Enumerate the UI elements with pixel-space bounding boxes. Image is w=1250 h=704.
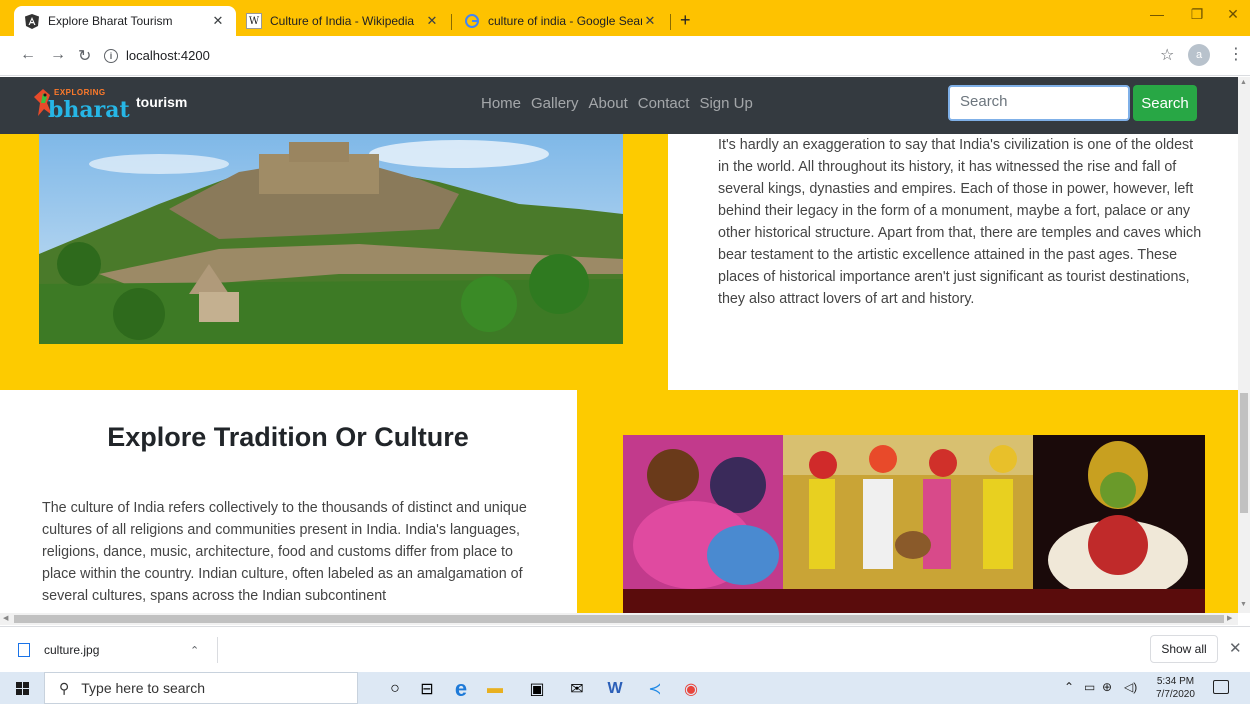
close-tab-icon[interactable]: ✕ bbox=[424, 13, 440, 29]
tab-separator bbox=[451, 14, 452, 30]
chevron-up-tray-icon[interactable]: ⌃ bbox=[1064, 680, 1074, 694]
nav-about[interactable]: About bbox=[589, 95, 628, 112]
edge-icon[interactable]: e bbox=[450, 676, 472, 701]
mail-icon[interactable]: ✉ bbox=[566, 678, 588, 700]
scroll-left-icon[interactable]: ◀ bbox=[3, 614, 8, 622]
tab-title: Culture of India - Wikipedia bbox=[270, 14, 415, 28]
clock-date: 7/7/2020 bbox=[1156, 689, 1195, 700]
tab-explore-bharat[interactable]: Explore Bharat Tourism ✕ bbox=[14, 6, 236, 36]
volume-icon[interactable]: ◁) bbox=[1124, 680, 1137, 694]
word-icon[interactable]: W bbox=[604, 678, 626, 700]
scroll-right-icon[interactable]: ▶ bbox=[1227, 614, 1232, 622]
nav-sign-up[interactable]: Sign Up bbox=[699, 95, 752, 112]
angular-icon bbox=[24, 13, 40, 29]
nav-contact[interactable]: Contact bbox=[638, 95, 690, 112]
culture-heading: Explore Tradition Or Culture bbox=[107, 422, 469, 452]
network-icon[interactable]: ⊕ bbox=[1102, 680, 1112, 694]
battery-icon[interactable]: ▭ bbox=[1084, 680, 1095, 694]
windows-taskbar: ⚲ Type here to search ○ ⊟ e ▬ ▣ ✉ W ≺ ◉ … bbox=[0, 672, 1250, 704]
info-icon[interactable]: i bbox=[104, 48, 118, 63]
bookmark-star-icon[interactable]: ☆ bbox=[1160, 45, 1174, 65]
brand-name[interactable]: tourism bbox=[136, 94, 187, 110]
browser-tab-strip: Explore Bharat Tourism ✕ W Culture of In… bbox=[0, 0, 1250, 36]
tab-google-search[interactable]: culture of india - Google Search ✕ bbox=[454, 6, 668, 36]
image-file-icon bbox=[18, 643, 30, 657]
site-search-button[interactable]: Search bbox=[1133, 85, 1197, 121]
window-close-icon[interactable]: ✕ bbox=[1210, 6, 1250, 23]
url-text: localhost:4200 bbox=[126, 48, 210, 63]
search-icon: ⚲ bbox=[59, 679, 70, 696]
close-shelf-icon[interactable]: ✕ bbox=[1229, 639, 1242, 657]
site-navbar: EXPLORING bharat tourism Home Gallery Ab… bbox=[0, 77, 1238, 134]
scroll-down-icon[interactable]: ▼ bbox=[1240, 601, 1247, 608]
scroll-up-icon[interactable]: ▲ bbox=[1240, 79, 1247, 86]
chevron-up-icon[interactable]: ⌃ bbox=[190, 644, 199, 657]
logo-small-text: EXPLORING bbox=[54, 88, 106, 97]
clock-time: 5:34 PM bbox=[1156, 676, 1195, 687]
close-tab-icon[interactable]: ✕ bbox=[210, 13, 226, 29]
new-tab-button[interactable]: + bbox=[680, 10, 691, 31]
download-filename: culture.jpg bbox=[44, 643, 100, 657]
indian-culture-collage-photo bbox=[623, 435, 1205, 613]
taskbar-search-placeholder: Type here to search bbox=[81, 680, 206, 696]
nav-gallery[interactable]: Gallery bbox=[531, 95, 579, 112]
kumbhalgarh-fort-photo bbox=[39, 134, 623, 344]
logo-big-text: bharat bbox=[48, 97, 130, 123]
file-explorer-icon[interactable]: ▬ bbox=[484, 678, 506, 700]
vertical-scroll-thumb[interactable] bbox=[1240, 393, 1248, 513]
chrome-icon[interactable]: ◉ bbox=[680, 678, 702, 700]
taskbar-clock[interactable]: 5:34 PM 7/7/2020 bbox=[1156, 675, 1195, 701]
culture-paragraph: The culture of India refers collectively… bbox=[42, 500, 527, 604]
tab-wikipedia[interactable]: W Culture of India - Wikipedia ✕ bbox=[236, 6, 450, 36]
cortana-icon[interactable]: ○ bbox=[384, 678, 406, 700]
history-paragraph: It's hardly an exaggeration to say that … bbox=[718, 137, 1202, 307]
reload-icon[interactable]: ↻ bbox=[78, 46, 91, 66]
profile-avatar[interactable]: a bbox=[1188, 44, 1210, 66]
google-icon bbox=[464, 13, 480, 29]
windows-start-icon[interactable] bbox=[16, 682, 30, 696]
nav-home[interactable]: Home bbox=[481, 95, 521, 112]
download-item[interactable]: culture.jpg ⌃ bbox=[10, 637, 218, 663]
address-bar[interactable]: i localhost:4200 bbox=[104, 48, 210, 63]
back-icon[interactable]: ← bbox=[20, 46, 36, 64]
taskbar-search-box[interactable]: ⚲ Type here to search bbox=[44, 672, 358, 704]
task-view-icon[interactable]: ⊟ bbox=[416, 678, 438, 700]
site-logo[interactable]: EXPLORING bharat bbox=[34, 85, 130, 125]
show-all-button[interactable]: Show all bbox=[1150, 635, 1218, 663]
menu-kebab-icon[interactable]: ⋮ bbox=[1228, 44, 1244, 64]
vscode-icon[interactable]: ≺ bbox=[644, 678, 666, 700]
tab-title: culture of india - Google Search bbox=[488, 14, 642, 28]
page-viewport: It's hardly an exaggeration to say that … bbox=[0, 77, 1238, 613]
vertical-scrollbar[interactable]: ▲ ▼ bbox=[1238, 77, 1250, 613]
tab-separator bbox=[670, 14, 671, 30]
download-shelf: culture.jpg ⌃ Show all ✕ bbox=[0, 626, 1250, 672]
main-nav: Home Gallery About Contact Sign Up bbox=[481, 95, 763, 112]
site-search-input[interactable]: Search bbox=[948, 85, 1130, 121]
browser-toolbar: ← → ↻ i localhost:4200 ☆ a ⋮ bbox=[0, 36, 1250, 76]
tab-title: Explore Bharat Tourism bbox=[48, 14, 173, 28]
horizontal-scroll-thumb[interactable] bbox=[14, 615, 1224, 623]
store-icon[interactable]: ▣ bbox=[526, 678, 548, 700]
close-tab-icon[interactable]: ✕ bbox=[642, 13, 658, 29]
horizontal-scrollbar[interactable]: ◀ ▶ bbox=[0, 613, 1238, 625]
notification-icon[interactable] bbox=[1213, 680, 1229, 694]
wikipedia-icon: W bbox=[246, 13, 262, 29]
forward-icon[interactable]: → bbox=[50, 46, 66, 64]
